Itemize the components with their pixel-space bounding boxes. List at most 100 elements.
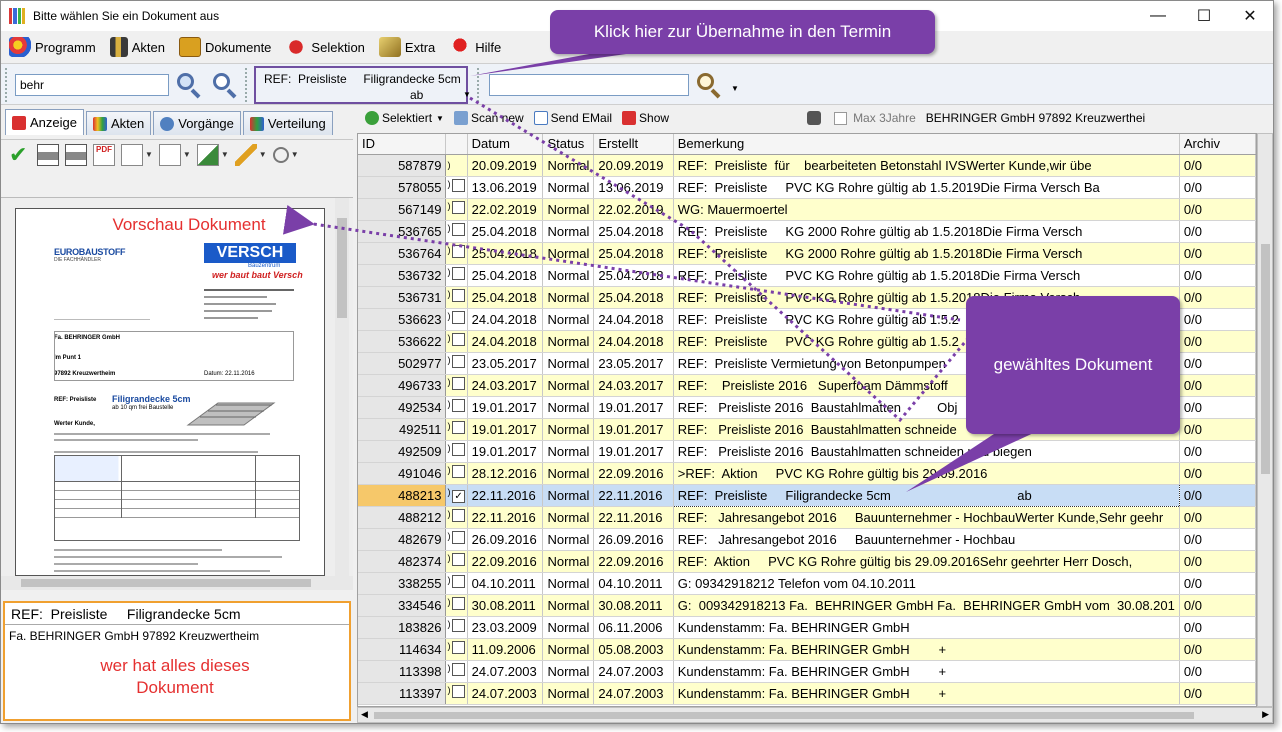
row-checkbox[interactable] (452, 223, 466, 236)
tab-akten[interactable]: Akten (85, 111, 152, 135)
table-row[interactable]: 536765) 25.04.2018 Normal 25.04.2018 REF: Pr… (358, 220, 1256, 243)
document-preview[interactable]: EUROBAUSTOFF DIE FACHHÄNDLER VERSCH Bauz… (1, 197, 353, 590)
table-row[interactable]: 183826) 23.03.2009 Normal 06.11.2006 Kundens… (358, 616, 1256, 639)
menu-akten[interactable]: Akten (109, 37, 165, 57)
row-checkbox[interactable] (452, 619, 466, 632)
tab-vorgaenge[interactable]: Vorgänge (153, 111, 241, 135)
selektiert-button[interactable]: Selektiert ▼ (365, 111, 444, 125)
selected-document-field[interactable]: REF: Preisliste Filigrandecke 5cm ab (254, 66, 468, 104)
col-id[interactable]: ID (358, 134, 447, 155)
col-datum[interactable]: Datum (467, 134, 544, 155)
search-input[interactable] (15, 74, 169, 96)
minimize-button[interactable]: — (1135, 1, 1181, 31)
checkmark-icon[interactable]: ✔ (9, 143, 31, 166)
tab-verteilung[interactable]: Verteilung (242, 111, 333, 135)
table-row[interactable]: 334546) 30.08.2011 Normal 30.08.2011 G: 0093… (358, 594, 1256, 617)
document-search-icon[interactable] (693, 70, 723, 100)
scroll-right-icon[interactable]: ▶ (1262, 709, 1269, 720)
row-checkbox[interactable] (452, 685, 466, 698)
row-checkbox[interactable] (452, 509, 466, 522)
export-icon[interactable] (158, 143, 181, 166)
chevron-down-icon[interactable]: ▼ (259, 150, 267, 159)
max-3jahre-check[interactable] (834, 111, 848, 125)
row-checkbox[interactable] (452, 289, 466, 302)
row-checkbox[interactable]: ✓ (452, 490, 466, 503)
row-archiv: 0/0 (1179, 638, 1256, 661)
row-checkbox[interactable] (452, 641, 466, 654)
table-row[interactable]: 482374) 22.09.2016 Normal 22.09.2016 REF: Ak… (358, 550, 1256, 573)
row-checkbox[interactable] (452, 663, 466, 676)
document-icon[interactable] (121, 143, 143, 166)
chevron-down-icon[interactable]: ▼ (145, 150, 153, 159)
pdf-icon[interactable]: PDF (93, 143, 115, 166)
row-checkbox[interactable] (452, 201, 466, 214)
preview-vertical-scrollbar[interactable] (335, 198, 349, 576)
row-checkbox[interactable] (452, 245, 466, 258)
chevron-down-icon[interactable]: ▼ (221, 150, 229, 159)
scroll-left-icon[interactable]: ◀ (361, 709, 368, 720)
row-checkbox[interactable] (452, 553, 466, 566)
col-erstellt[interactable]: Erstellt (593, 134, 674, 155)
table-row[interactable]: 113398) 24.07.2003 Normal 24.07.2003 Kundens… (358, 660, 1256, 683)
table-row[interactable]: 114634) 11.09.2006 Normal 05.08.2003 Kundens… (358, 638, 1256, 661)
binoculars-button[interactable] (807, 111, 824, 125)
menu-extra[interactable]: Extra (378, 37, 435, 57)
table-row[interactable]: 491046) 28.12.2016 Normal 22.09.2016 >REF: A… (358, 462, 1256, 485)
zoom-icon[interactable] (272, 146, 289, 163)
table-row[interactable]: 113397) 24.07.2003 Normal 24.07.2003 Kundens… (358, 682, 1256, 705)
table-row[interactable]: 492509) 19.01.2017 Normal 19.01.2017 REF: Pr… (358, 440, 1256, 463)
row-checkbox[interactable] (452, 575, 466, 588)
table-row[interactable]: 587879) 20.09.2019 Normal 20.09.2019 REF: Pr… (358, 154, 1256, 177)
row-checkbox[interactable] (452, 355, 466, 368)
row-checkbox[interactable] (452, 311, 466, 324)
chevron-down-icon[interactable]: ▼ (183, 150, 191, 159)
preview-horizontal-scrollbar[interactable] (1, 576, 353, 590)
row-checkbox[interactable] (452, 531, 466, 544)
row-checkbox[interactable] (452, 421, 466, 434)
table-row[interactable]: 488212) 22.11.2016 Normal 22.11.2016 REF: Ja… (358, 506, 1256, 529)
menu-dokumente[interactable]: Dokumente (178, 37, 271, 57)
print-icon[interactable] (37, 143, 59, 166)
row-checkbox[interactable] (452, 597, 466, 610)
table-row[interactable]: 338255) 04.10.2011 Normal 04.10.2011 G: 0934… (358, 572, 1256, 595)
menu-hilfe[interactable]: Hilfe (449, 37, 501, 57)
grid-horizontal-scrollbar[interactable]: ◀ ▶ (357, 707, 1273, 723)
col-bemerkung[interactable]: Bemerkung (673, 134, 1180, 155)
table-row[interactable]: 567149) 22.02.2019 Normal 22.02.2019 WG: Mau… (358, 198, 1256, 221)
scan-new-button[interactable]: Scan new (453, 111, 524, 125)
row-checkbox[interactable] (452, 333, 466, 346)
row-checkbox[interactable] (452, 377, 466, 390)
row-checkbox[interactable] (452, 465, 466, 478)
max-3jahre-checkbox[interactable]: Max 3Jahre (834, 111, 916, 125)
tab-anzeige[interactable]: Anzeige (5, 109, 84, 135)
table-row-selected[interactable]: 488213) ✓ 22.11.2016 Normal 22.11.2016 REF: P… (358, 483, 1256, 507)
col-status[interactable]: Status (542, 134, 595, 155)
grid-vertical-scrollbar[interactable] (1257, 133, 1273, 707)
document-search-input[interactable] (489, 74, 689, 96)
toolbar-overflow-icon[interactable]: ▼ (731, 84, 739, 93)
image-icon[interactable] (196, 143, 219, 166)
menu-programm[interactable]: Programm (9, 37, 96, 57)
print-preview-icon[interactable] (65, 143, 87, 166)
search-advanced-icon[interactable] (209, 70, 239, 100)
search-icon[interactable] (173, 70, 203, 100)
table-row[interactable]: 578055) 13.06.2019 Normal 13.06.2019 REF: Pr… (358, 176, 1256, 199)
chevron-down-icon[interactable]: ▼ (463, 90, 471, 99)
maximize-button[interactable]: ☐ (1181, 1, 1227, 31)
menu-selektion[interactable]: Selektion (285, 37, 365, 57)
row-checkbox[interactable] (452, 443, 466, 456)
row-checkbox[interactable] (452, 267, 466, 280)
table-row[interactable]: 536732) 25.04.2018 Normal 25.04.2018 REF: Pr… (358, 264, 1256, 287)
pen-icon[interactable] (234, 143, 257, 166)
row-erstellt: 24.04.2018 (593, 330, 674, 353)
show-button[interactable]: Show (622, 111, 669, 125)
close-button[interactable]: ✕ (1227, 1, 1273, 31)
row-checkbox[interactable] (452, 179, 466, 192)
chevron-down-icon[interactable]: ▼ (291, 150, 299, 159)
col-archiv[interactable]: Archiv (1179, 134, 1256, 155)
table-row[interactable]: 482679) 26.09.2016 Normal 26.09.2016 REF: Ja… (358, 528, 1256, 551)
send-email-button[interactable]: Send EMail (533, 111, 612, 125)
row-checkbox[interactable] (452, 399, 466, 412)
col-mark[interactable] (445, 134, 468, 155)
table-row[interactable]: 536764) 25.04.2018 Normal 25.04.2018 REF: Pr… (358, 242, 1256, 265)
